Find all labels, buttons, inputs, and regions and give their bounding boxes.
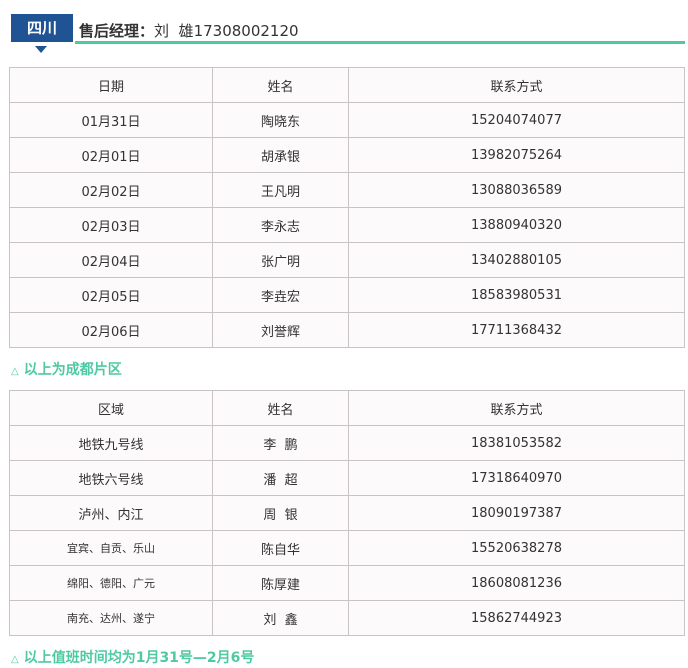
duty-period-note: △ 以上值班时间均为1月31号—2月6号 bbox=[11, 647, 254, 667]
table-row: 02月06日 刘誉辉 17711368432 bbox=[9, 312, 685, 348]
note-text: 以上为成都片区 bbox=[23, 362, 122, 378]
region-cell: 南充、达州、遂宁 bbox=[9, 600, 213, 636]
phone-cell: 18608081236 bbox=[348, 565, 685, 601]
phone-cell: 15862744923 bbox=[348, 600, 685, 636]
date-cell: 02月05日 bbox=[9, 277, 213, 313]
column-header-contact: 联系方式 bbox=[348, 390, 685, 426]
date-cell: 02月04日 bbox=[9, 242, 213, 278]
table-row: 02月05日 李垚宏 18583980531 bbox=[9, 277, 685, 313]
phone-cell: 18381053582 bbox=[348, 425, 685, 461]
region-cell: 地铁六号线 bbox=[9, 460, 213, 496]
column-header-name: 姓名 bbox=[212, 390, 349, 426]
column-header-contact: 联系方式 bbox=[348, 67, 685, 103]
column-header-region: 区域 bbox=[9, 390, 213, 426]
region-duty-table: 区域 姓名 联系方式 地铁九号线李 鹏 18381053582 地铁六号线潘 超 17… bbox=[9, 390, 685, 636]
date-cell: 02月03日 bbox=[9, 207, 213, 243]
name-cell: 李 鹏 bbox=[212, 425, 349, 461]
phone-cell: 13880940320 bbox=[348, 207, 685, 243]
table-row: 02月01日 胡承银 13982075264 bbox=[9, 137, 685, 173]
chengdu-note: △ 以上为成都片区 bbox=[11, 359, 122, 379]
table-row: 泸州、内江周 银 18090197387 bbox=[9, 495, 685, 531]
column-header-name: 姓名 bbox=[212, 67, 349, 103]
region-cell: 绵阳、德阳、广元 bbox=[9, 565, 213, 601]
name-cell: 张广明 bbox=[212, 242, 349, 278]
name-cell: 周 银 bbox=[212, 495, 349, 531]
table-row: 02月04日 张广明 13402880105 bbox=[9, 242, 685, 278]
table-row: 02月03日 李永志 13880940320 bbox=[9, 207, 685, 243]
name-cell: 李垚宏 bbox=[212, 277, 349, 313]
table-row: 地铁九号线李 鹏 18381053582 bbox=[9, 425, 685, 461]
manager-line: 售后经理：刘 雄17308002120 bbox=[79, 20, 299, 41]
name-cell: 胡承银 bbox=[212, 137, 349, 173]
region-tag: 四川 bbox=[11, 14, 73, 45]
phone-cell: 15204074077 bbox=[348, 102, 685, 138]
phone-cell: 13088036589 bbox=[348, 172, 685, 208]
table-row: 01月31日 陶晓东 15204074077 bbox=[9, 102, 685, 138]
region-cell: 宜宾、自贡、乐山 bbox=[9, 530, 213, 566]
region-cell: 地铁九号线 bbox=[9, 425, 213, 461]
chengdu-duty-table: 日期 姓名 联系方式 01月31日 陶晓东 15204074077 02月01日 胡承银… bbox=[9, 67, 685, 348]
phone-cell: 17318640970 bbox=[348, 460, 685, 496]
table-header-row: 日期 姓名 联系方式 bbox=[9, 67, 685, 103]
phone-cell: 13982075264 bbox=[348, 137, 685, 173]
phone-cell: 15520638278 bbox=[348, 530, 685, 566]
date-cell: 02月06日 bbox=[9, 312, 213, 348]
column-header-date: 日期 bbox=[9, 67, 213, 103]
name-cell: 陶晓东 bbox=[212, 102, 349, 138]
triangle-up-outline-icon: △ bbox=[11, 366, 19, 377]
table-header-row: 区域 姓名 联系方式 bbox=[9, 390, 685, 426]
table-row: 02月02日 王凡明 13088036589 bbox=[9, 172, 685, 208]
triangle-up-outline-icon: △ bbox=[11, 654, 19, 665]
tag-pointer-icon bbox=[35, 46, 47, 53]
name-cell: 陈厚建 bbox=[212, 565, 349, 601]
table-row: 绵阳、德阳、广元 陈厚建 18608081236 bbox=[9, 565, 685, 601]
phone-cell: 18090197387 bbox=[348, 495, 685, 531]
date-cell: 02月02日 bbox=[9, 172, 213, 208]
name-cell: 潘 超 bbox=[212, 460, 349, 496]
phone-cell: 18583980531 bbox=[348, 277, 685, 313]
date-cell: 02月01日 bbox=[9, 137, 213, 173]
phone-cell: 17711368432 bbox=[348, 312, 685, 348]
date-cell: 01月31日 bbox=[9, 102, 213, 138]
table-row: 宜宾、自贡、乐山 陈自华 15520638278 bbox=[9, 530, 685, 566]
manager-label: 售后经理： bbox=[79, 22, 155, 40]
section-header: 四川 售后经理：刘 雄17308002120 bbox=[0, 0, 688, 58]
name-cell: 李永志 bbox=[212, 207, 349, 243]
manager-name: 刘 雄 bbox=[154, 22, 194, 40]
name-cell: 王凡明 bbox=[212, 172, 349, 208]
region-cell: 泸州、内江 bbox=[9, 495, 213, 531]
header-underline bbox=[75, 41, 685, 44]
name-cell: 刘 鑫 bbox=[212, 600, 349, 636]
manager-phone: 17308002120 bbox=[193, 22, 299, 40]
table-row: 南充、达州、遂宁刘 鑫 15862744923 bbox=[9, 600, 685, 636]
phone-cell: 13402880105 bbox=[348, 242, 685, 278]
note-text: 以上值班时间均为1月31号—2月6号 bbox=[23, 650, 255, 666]
name-cell: 刘誉辉 bbox=[212, 312, 349, 348]
table-row: 地铁六号线潘 超 17318640970 bbox=[9, 460, 685, 496]
name-cell: 陈自华 bbox=[212, 530, 349, 566]
